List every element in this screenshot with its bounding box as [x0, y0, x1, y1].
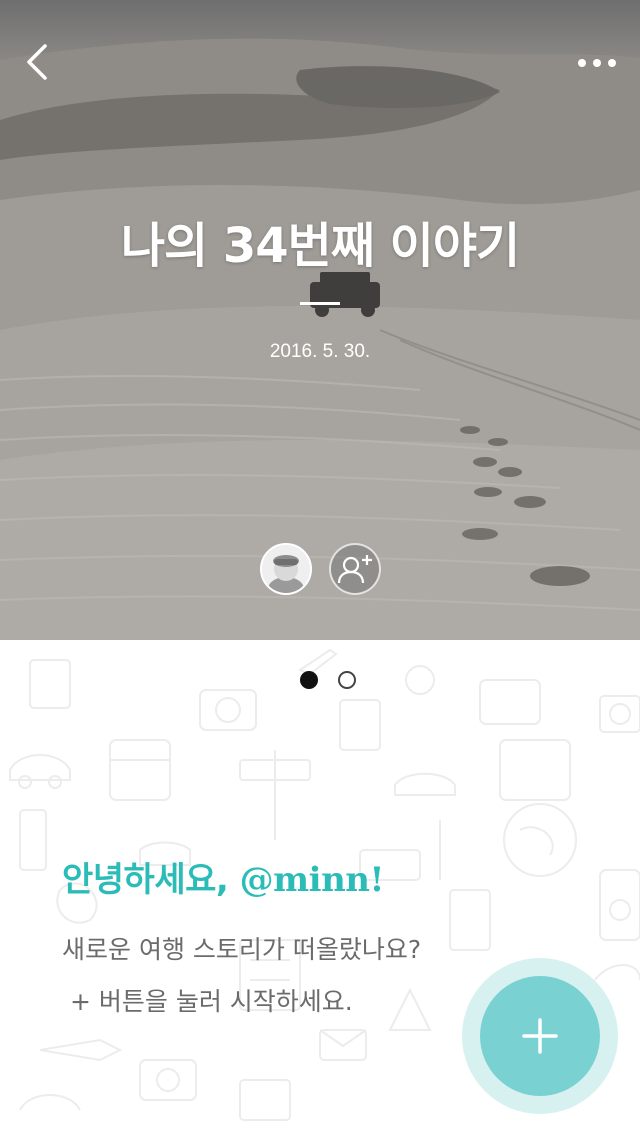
story-title: 나의 34번째 이야기: [120, 218, 520, 274]
guide-text-line-1: 새로운 여행 스토리가 떠올랐나요?: [62, 935, 422, 964]
add-member-button[interactable]: [329, 543, 381, 595]
plus-icon: [522, 1018, 558, 1054]
title-divider: [300, 302, 340, 305]
desert-dunes-image: [0, 38, 640, 640]
user-handle: @minn!: [239, 860, 385, 900]
avatar-image: [262, 545, 310, 593]
page-dot-active[interactable]: [300, 671, 318, 689]
page-dot-inactive[interactable]: [338, 671, 356, 689]
greeting-heading: 안녕하세요, @minn!: [62, 852, 384, 901]
cover-photo: [0, 0, 640, 640]
guide-text-line-2: + 버튼을 눌러 시작하세요.: [70, 987, 353, 1016]
back-button[interactable]: [18, 40, 62, 84]
page-indicator: [300, 671, 360, 691]
new-story-button[interactable]: [480, 976, 600, 1096]
more-options-button[interactable]: [572, 46, 622, 80]
user-avatar[interactable]: [260, 543, 312, 595]
add-member-icon: [337, 555, 372, 584]
more-horizontal-icon: [578, 59, 616, 67]
greeting-text: 안녕하세요,: [62, 860, 229, 900]
story-date: 2016. 5. 30.: [269, 341, 371, 362]
chevron-left-icon: [27, 44, 47, 80]
